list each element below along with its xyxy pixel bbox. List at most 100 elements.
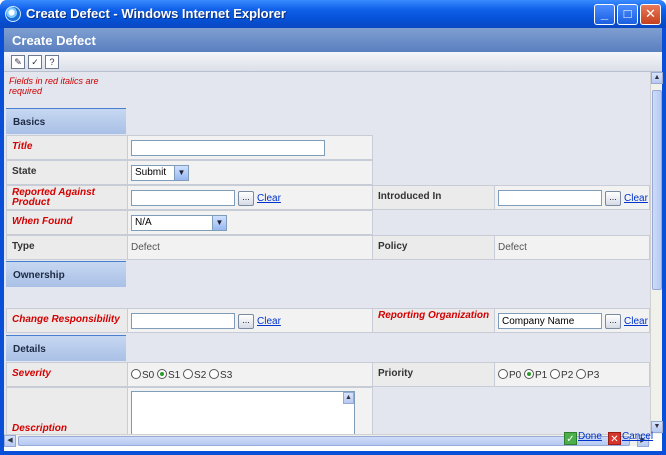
textarea-scroll-up-icon[interactable]: ▲: [343, 392, 354, 404]
ie-logo-icon: [5, 6, 21, 22]
when-found-select-value: N/A: [135, 217, 152, 228]
priority-p3-label: P3: [587, 370, 600, 381]
severity-s1-label: S1: [168, 370, 181, 381]
scroll-up-icon[interactable]: ▲: [651, 72, 663, 84]
state-label: State: [6, 160, 128, 185]
severity-s2-label: S2: [194, 370, 207, 381]
introduced-in-input[interactable]: [498, 190, 602, 206]
description-label: Description: [6, 387, 128, 434]
help-icon[interactable]: ?: [45, 55, 59, 69]
toolbar: ✎ ✓ ?: [4, 52, 662, 72]
row-change-responsibility: Change Responsibility ... Clear Reportin…: [6, 308, 650, 333]
introduced-in-label: Introduced In: [372, 185, 495, 210]
reporting-org-cell: ... Clear: [494, 308, 650, 333]
when-found-cell: N/A ▼: [127, 210, 373, 235]
severity-label: Severity: [6, 362, 128, 387]
severity-s0-label: S0: [142, 370, 155, 381]
minimize-button[interactable]: _: [594, 4, 615, 25]
when-found-select[interactable]: N/A ▼: [131, 215, 227, 231]
browser-window: Create Defect - Windows Internet Explore…: [0, 0, 666, 455]
section-basics: Basics: [6, 108, 126, 134]
change-responsibility-label: Change Responsibility: [6, 308, 128, 333]
scroll-left-icon[interactable]: ◀: [4, 435, 16, 447]
policy-cell: Defect: [494, 235, 650, 260]
priority-radio-group[interactable]: P0 P1 P2 P3: [498, 369, 599, 381]
type-cell: Defect: [127, 235, 373, 260]
severity-s2-radio[interactable]: [183, 369, 194, 379]
row-description: Description ▲: [6, 387, 373, 434]
title-label: Title: [6, 135, 128, 160]
severity-s0-radio[interactable]: [131, 369, 141, 379]
description-cell: ▲: [127, 387, 373, 434]
vertical-scroll-thumb[interactable]: [652, 90, 662, 290]
title-bar: Create Defect - Windows Internet Explore…: [0, 0, 666, 28]
priority-p0-label: P0: [509, 370, 522, 381]
done-label: Done: [578, 431, 602, 442]
state-select-value: Submit: [135, 167, 167, 178]
priority-p2-label: P2: [561, 370, 574, 381]
priority-label: Priority: [372, 362, 495, 387]
reported-against-label: Reported Against Product: [6, 185, 128, 210]
policy-value: Defect: [498, 242, 527, 253]
severity-radio-group[interactable]: S0 S1 S2 S3: [131, 369, 232, 381]
reporting-org-label: Reporting Organization: [372, 308, 495, 333]
required-note: Fields in red italics are required: [9, 76, 99, 96]
x-icon: ✕: [608, 432, 621, 445]
type-value: Defect: [131, 242, 160, 253]
priority-cell: P0 P1 P2 P3: [494, 362, 650, 387]
done-button[interactable]: ✓ Done: [564, 431, 602, 445]
introduced-in-cell: ... Clear: [494, 185, 650, 210]
form-area: Fields in red italics are required Basic…: [4, 72, 650, 434]
change-responsibility-input[interactable]: [131, 313, 235, 329]
close-button[interactable]: ✕: [640, 4, 661, 25]
chevron-down-icon[interactable]: ▼: [174, 166, 188, 180]
priority-p0-radio[interactable]: [498, 369, 508, 379]
title-cell: [127, 135, 373, 160]
reported-against-input[interactable]: [131, 190, 235, 206]
chevron-down-icon[interactable]: ▼: [212, 216, 226, 230]
cancel-button[interactable]: ✕ Cancel: [608, 431, 653, 445]
severity-s3-radio[interactable]: [209, 369, 220, 379]
introduced-in-browse-button[interactable]: ...: [605, 191, 621, 206]
severity-s1-radio[interactable]: [157, 369, 168, 379]
state-select[interactable]: Submit ▼: [131, 165, 189, 181]
row-when-found: When Found N/A ▼: [6, 210, 373, 235]
vertical-scrollbar[interactable]: ▲ ▼: [650, 72, 663, 434]
reporting-org-clear-link[interactable]: Clear: [624, 316, 648, 327]
type-label: Type: [6, 235, 128, 260]
horizontal-scrollbar[interactable]: ◀ ▶: [4, 434, 650, 447]
cancel-label: Cancel: [622, 431, 654, 442]
policy-label: Policy: [372, 235, 495, 260]
dialog-body: Create Defect ✎ ✓ ? Fields in red italic…: [4, 28, 663, 451]
title-input[interactable]: [131, 140, 325, 156]
reporting-org-input[interactable]: [498, 313, 602, 329]
description-textarea[interactable]: ▲: [131, 391, 355, 434]
change-responsibility-cell: ... Clear: [127, 308, 373, 333]
reporting-org-browse-button[interactable]: ...: [605, 314, 621, 329]
maximize-button[interactable]: □: [617, 4, 638, 25]
horizontal-scroll-thumb[interactable]: [18, 436, 630, 446]
spellcheck-icon[interactable]: ✓: [28, 55, 42, 69]
section-details: Details: [6, 335, 126, 361]
priority-p2-radio[interactable]: [550, 369, 561, 379]
change-responsibility-browse-button[interactable]: ...: [238, 314, 254, 329]
introduced-in-clear-link[interactable]: Clear: [624, 193, 648, 204]
row-type: Type Defect Policy Defect: [6, 235, 650, 260]
row-severity: Severity S0 S1 S2 S3 Priority P0 P1 P2 P…: [6, 362, 650, 387]
priority-p1-radio[interactable]: [524, 369, 535, 379]
row-reported: Reported Against Product ... Clear Intro…: [6, 185, 650, 210]
row-title: Title: [6, 135, 373, 160]
state-cell: Submit ▼: [127, 160, 373, 185]
page-title: Create Defect: [4, 28, 662, 52]
change-responsibility-clear-link[interactable]: Clear: [257, 316, 281, 327]
reported-against-browse-button[interactable]: ...: [238, 191, 254, 206]
edit-icon[interactable]: ✎: [11, 55, 25, 69]
reported-against-clear-link[interactable]: Clear: [257, 193, 281, 204]
priority-p1-label: P1: [535, 370, 548, 381]
severity-cell: S0 S1 S2 S3: [127, 362, 373, 387]
severity-s3-label: S3: [220, 370, 233, 381]
window-title: Create Defect - Windows Internet Explore…: [26, 6, 286, 21]
when-found-label: When Found: [6, 210, 128, 235]
priority-p3-radio[interactable]: [576, 369, 587, 379]
checkmark-icon: ✓: [564, 432, 577, 445]
